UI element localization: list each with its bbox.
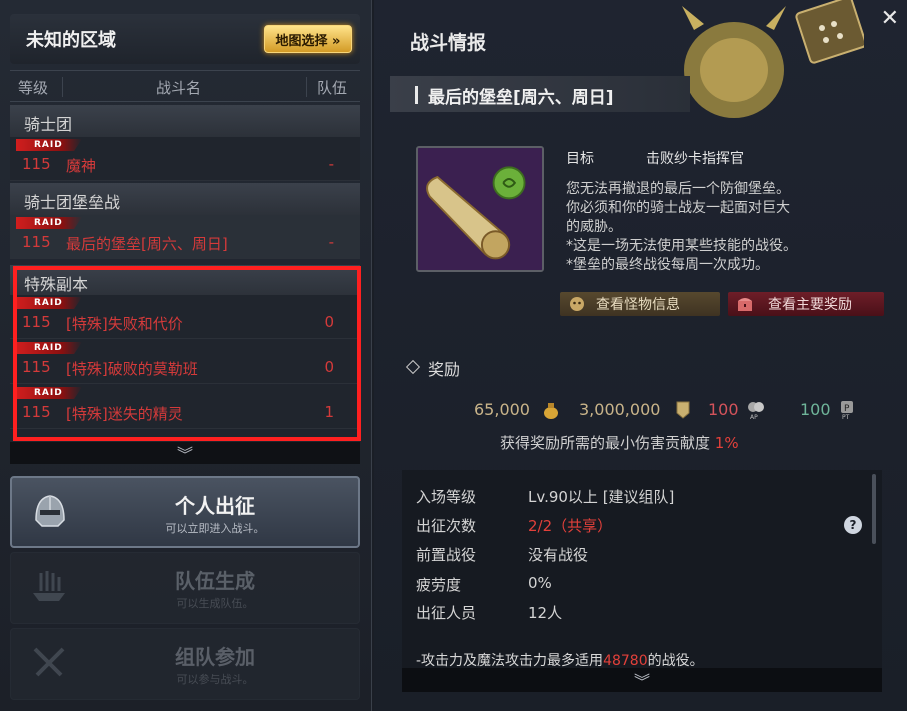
monster-info-button[interactable]: 查看怪物信息 [560, 292, 720, 316]
battle-party-count: - [328, 233, 334, 251]
column-battle-name: 战斗名 [156, 79, 202, 97]
join-party-title: 组队参加 [175, 645, 255, 669]
battle-title-bar: 最后的堡垒[周六、周日] [390, 76, 690, 112]
battle-title: 最后的堡垒[周六、周日] [428, 88, 614, 108]
reward-row: 65,000 3,000,000 100 AP 100 P PT [374, 396, 907, 424]
panel-title: 战斗情报 [410, 32, 487, 54]
treasure-chest-icon [738, 298, 752, 311]
reward-fame: 3,000,000 [579, 400, 661, 419]
highlight-box [13, 266, 361, 441]
main-reward-label: 查看主要奖励 [768, 297, 852, 313]
map-select-button[interactable]: 地图选择 » [264, 25, 352, 53]
description-line: 您无法再撤退的最后一个防御堡垒。 [566, 181, 790, 197]
info-value: 没有战役 [528, 546, 589, 564]
note-suffix: 的战役。 [647, 653, 704, 669]
battle-level: 115 [22, 155, 51, 173]
battle-conditions: 入场等级 Lv.90以上 [建议组队] 出征次数 2/2（共享） ? 前置战役 … [402, 470, 882, 670]
diamond-icon [405, 359, 421, 375]
raid-badge: RAID [16, 217, 82, 229]
svg-text:P: P [844, 404, 850, 414]
scroll-icon [416, 146, 544, 272]
objective-label: 目标 [566, 151, 594, 167]
fame-badge-icon [676, 401, 690, 419]
battle-list-panel: 未知的区域 地图选择 » 等级 战斗名 队伍 骑士团 RAID 115 魔神 -… [0, 0, 372, 711]
solo-entry-title: 个人出征 [175, 494, 255, 518]
battle-description: 您无法再撤退的最后一个防御堡垒。 你必须和你的骑士战友一起面对巨大 的威胁。 *… [566, 180, 866, 275]
gold-bag-icon [544, 403, 558, 419]
info-value: Lv.90以上 [建议组队] [528, 488, 675, 506]
monster-info-label: 查看怪物信息 [596, 297, 680, 313]
objective-value: 击败纱卡指挥官 [646, 151, 744, 167]
info-value: 12人 [528, 604, 563, 622]
group-label: 骑士团 [24, 115, 73, 134]
min-contribution: 获得奖励所需的最小伤害贡献度 1% [500, 432, 739, 453]
column-party: 队伍 [317, 79, 348, 97]
chevron-down-double-icon[interactable]: ︾ [10, 442, 360, 464]
reward-pt: 100 [800, 400, 831, 419]
help-icon[interactable]: ? [844, 516, 862, 534]
info-label: 出征人员 [416, 604, 477, 622]
svg-text:PT: PT [842, 414, 850, 420]
create-party-subtitle: 可以生成队伍。 [176, 597, 254, 610]
info-label: 疲劳度 [416, 576, 462, 594]
pt-icon: P PT [841, 401, 853, 420]
close-icon[interactable]: ✕ [881, 6, 899, 31]
solo-entry-button[interactable]: 个人出征 可以立即进入战斗。 [10, 476, 360, 548]
description-line: *这是一场无法使用某些技能的战役。 [566, 238, 797, 254]
battle-row-selected[interactable]: RAID 115 最后的堡垒[周六、周日] - [10, 215, 360, 259]
battle-name: 魔神 [66, 157, 97, 175]
group-header-fortress[interactable]: 骑士团堡垒战 [10, 183, 360, 215]
battle-row[interactable]: RAID 115 魔神 - [10, 137, 360, 181]
area-header: 未知的区域 地图选择 » [10, 14, 360, 64]
info-label: 前置战役 [416, 546, 477, 564]
ap-icon: AP [748, 402, 764, 420]
description-line: 的威胁。 [566, 219, 622, 235]
info-label: 出征次数 [416, 517, 477, 535]
min-contribution-label: 获得奖励所需的最小伤害贡献度 [500, 434, 711, 452]
battle-name: 最后的堡垒[周六、周日] [66, 235, 228, 253]
info-label: 入场等级 [416, 488, 477, 506]
create-party-button[interactable]: 队伍生成 可以生成队伍。 [10, 552, 360, 624]
boss-portrait [682, 0, 864, 118]
group-label: 骑士团堡垒战 [24, 193, 121, 212]
battle-info-panel: 战斗情报 ✕ 最后的堡垒[周六、周日] 目标 击败纱卡指挥官 您无法再撤退的最后… [374, 0, 907, 711]
column-level: 等级 [18, 79, 49, 97]
battle-party-count: - [328, 155, 334, 173]
attack-cap-note: -攻击力及魔法攻击力最多适用48780的战役。 [416, 650, 704, 670]
create-party-title: 队伍生成 [175, 569, 255, 593]
info-value: 2/2（共享） [528, 517, 613, 535]
reward-ap: 100 [708, 400, 739, 419]
chevron-down-double-icon[interactable]: ︾ [402, 668, 882, 692]
info-scrollbar[interactable] [872, 474, 876, 544]
raid-badge: RAID [16, 139, 82, 151]
description-line: 你必须和你的骑士战友一起面对巨大 [566, 200, 790, 216]
note-value: 48780 [603, 653, 648, 669]
crossed-swords-icon [33, 647, 65, 677]
solo-entry-subtitle: 可以立即进入战斗。 [165, 522, 265, 535]
reward-gold: 65,000 [474, 400, 530, 419]
ship-icon [33, 571, 65, 601]
note-prefix: -攻击力及魔法攻击力最多适用 [416, 653, 604, 669]
svg-text:AP: AP [750, 414, 758, 420]
join-party-subtitle: 可以参与战斗。 [176, 673, 254, 686]
info-value: 0% [528, 574, 552, 592]
area-title: 未知的区域 [26, 30, 116, 51]
group-header-knights[interactable]: 骑士团 [10, 105, 360, 137]
monster-icon [570, 297, 584, 311]
helmet-icon [35, 495, 65, 527]
reward-title: 奖励 [428, 360, 461, 379]
list-column-header: 等级 战斗名 队伍 [10, 70, 360, 102]
description-line: *堡垒的最终战役每周一次成功。 [566, 257, 769, 273]
min-contribution-value: 1% [714, 434, 739, 452]
join-party-button[interactable]: 组队参加 可以参与战斗。 [10, 628, 360, 700]
main-reward-button[interactable]: 查看主要奖励 [728, 292, 884, 316]
battle-level: 115 [22, 233, 51, 251]
